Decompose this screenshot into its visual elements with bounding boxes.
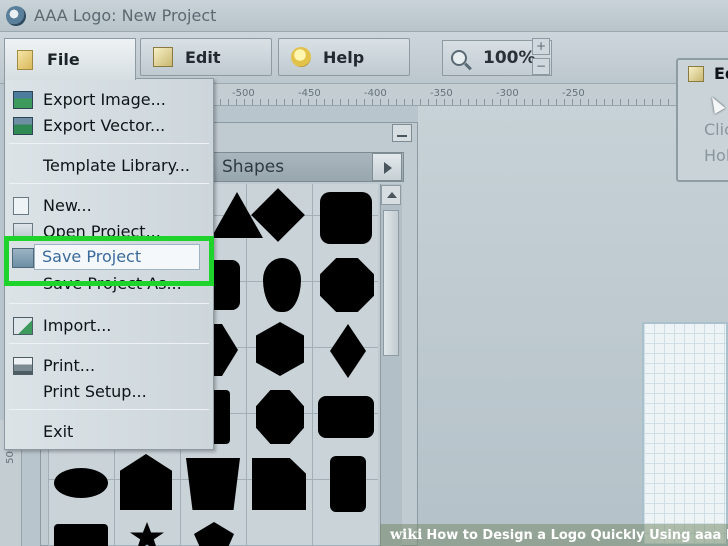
ruler-mark: -400 [364, 88, 387, 99]
menu-item-print[interactable]: Print... [5, 353, 213, 379]
ruler-mark: -300 [496, 88, 519, 99]
menu-item-label: New... [43, 196, 92, 215]
printer-icon [13, 357, 33, 375]
ruler-mark: -250 [562, 88, 585, 99]
zoom-value: 100% [483, 48, 536, 68]
highlight-box [4, 236, 214, 286]
menu-item-label: Import... [43, 316, 112, 335]
file-menu-button[interactable]: File [4, 38, 136, 80]
shapes-panel-title: Shapes [222, 157, 285, 177]
cursor-icon[interactable] [706, 94, 726, 114]
cube-shape[interactable] [256, 322, 304, 376]
menu-separator [9, 143, 209, 144]
title-bar: AAA Logo: New Project [0, 0, 728, 32]
menu-item-label: Exit [43, 422, 74, 441]
zoom-in-button[interactable]: + [532, 38, 550, 55]
menu-item-template-library[interactable]: Template Library... [5, 153, 213, 179]
edit-icon [688, 66, 704, 82]
menu-item-exit[interactable]: Exit [5, 419, 213, 445]
ruler-mark: -450 [298, 88, 321, 99]
edit-menu-button[interactable]: Edit [140, 38, 272, 76]
menu-item-new[interactable]: New... [5, 193, 213, 219]
edit-menu-label: Edit [185, 47, 221, 67]
export-image-icon [13, 91, 33, 109]
edit-panel-hint: Clic [704, 120, 728, 139]
menu-item-label: Print Setup... [43, 382, 147, 401]
menu-separator [9, 409, 209, 410]
chevron-right-icon[interactable] [372, 153, 402, 181]
help-menu-label: Help [323, 47, 365, 67]
new-file-icon [13, 197, 29, 215]
menu-item-label: Template Library... [43, 156, 191, 175]
ruler-mark: -350 [430, 88, 453, 99]
watermark: wiki How to Design a Logo Quickly Using … [380, 524, 728, 546]
edit-tools-panel: Ed Clic Hol [676, 58, 728, 182]
horizontal-ruler: -500 -450 -400 -350 -300 -250 [212, 84, 682, 106]
menu-item-export-vector[interactable]: Export Vector... [5, 113, 213, 139]
edit-panel-hint: Hol [704, 146, 728, 165]
edit-icon [153, 47, 173, 67]
menu-separator [9, 183, 209, 184]
ruler-mark: 50 [4, 451, 16, 464]
canvas-page[interactable] [642, 322, 728, 546]
ruler-mark: -500 [232, 88, 255, 99]
menu-item-import[interactable]: Import... [5, 313, 213, 339]
watermark-text: How to Design a Logo Quickly Using aaa l… [426, 527, 728, 543]
menu-item-label: Print... [43, 356, 96, 375]
zoom-out-button[interactable]: − [532, 58, 550, 75]
file-menu-label: File [47, 50, 80, 69]
help-menu-button[interactable]: Help [278, 38, 410, 76]
edit-panel-title: Ed [714, 64, 728, 83]
app-logo-icon [6, 5, 26, 26]
star-shape[interactable] [130, 522, 164, 546]
rhombus-shape[interactable] [330, 324, 366, 378]
wide-rounded-rect-shape[interactable] [318, 396, 374, 438]
menu-separator [9, 303, 209, 304]
menu-item-print-setup[interactable]: Print Setup... [5, 379, 213, 405]
trapezoid-shape[interactable] [186, 458, 240, 510]
heptagon-shape[interactable] [256, 390, 304, 444]
file-icon [17, 49, 33, 70]
rounded-square-shape[interactable] [320, 192, 372, 244]
menu-item-label: Export Image... [43, 90, 166, 109]
pentagon-shape[interactable] [194, 522, 234, 546]
scroll-up-icon[interactable] [381, 185, 401, 205]
scroll-thumb[interactable] [383, 210, 399, 356]
menu-separator [9, 343, 209, 344]
house-shape[interactable] [120, 454, 172, 510]
minimize-icon[interactable] [392, 124, 412, 142]
lightbulb-icon [291, 47, 311, 67]
magnifier-icon [451, 50, 467, 66]
import-icon [13, 317, 33, 335]
watermark-logo: wiki [390, 527, 423, 543]
rect-shape[interactable] [54, 524, 108, 546]
ellipse-shape[interactable] [54, 468, 108, 498]
cut-corner-square-shape[interactable] [252, 458, 306, 510]
export-vector-icon [13, 117, 33, 135]
window-title: AAA Logo: New Project [34, 6, 217, 25]
menu-item-export-image[interactable]: Export Image... [5, 87, 213, 113]
octagon-shape[interactable] [320, 258, 374, 312]
egg-shape[interactable] [263, 258, 301, 312]
menu-item-label: Export Vector... [43, 116, 166, 135]
tall-rounded-rect-shape[interactable] [330, 456, 366, 512]
